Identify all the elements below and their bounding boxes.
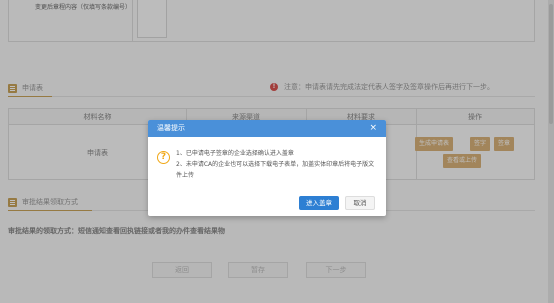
enter-seal-button[interactable]: 进入盖章 bbox=[299, 196, 339, 210]
dialog-message: 1、已申请电子签章的企业选择确认进入盖章 2、未申请CA的企业也可以选择下载电子… bbox=[176, 148, 376, 181]
close-icon[interactable]: × bbox=[369, 120, 377, 137]
dialog-message-line-1: 1、已申请电子签章的企业选择确认进入盖章 bbox=[176, 150, 294, 157]
dialog-message-line-2: 2、未申请CA的企业也可以选择下载电子表单，加盖实体印章后将电子版文件上传 bbox=[176, 161, 375, 179]
cancel-button[interactable]: 取消 bbox=[345, 196, 375, 210]
tip-dialog: 温馨提示 × ? 1、已申请电子签章的企业选择确认进入盖章 2、未申请CA的企业… bbox=[148, 120, 386, 216]
dialog-header: 温馨提示 × bbox=[148, 120, 386, 137]
question-icon: ? bbox=[157, 151, 170, 164]
dialog-body: ? 1、已申请电子签章的企业选择确认进入盖章 2、未申请CA的企业也可以选择下载… bbox=[148, 137, 386, 179]
dialog-title: 温馨提示 bbox=[157, 124, 185, 132]
